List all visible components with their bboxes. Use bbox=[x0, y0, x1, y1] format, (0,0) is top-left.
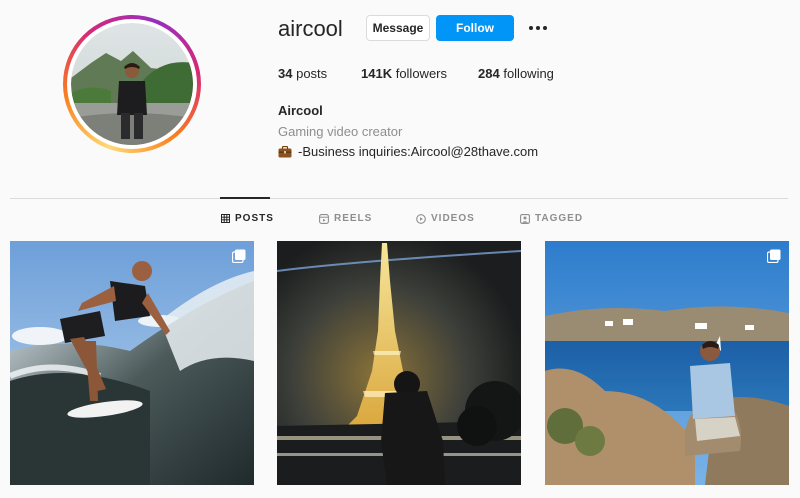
following-count: 284 bbox=[478, 66, 500, 81]
followers-label: followers bbox=[395, 66, 447, 81]
follow-button[interactable]: Follow bbox=[436, 15, 514, 41]
tab-reels-label: REELS bbox=[334, 213, 373, 224]
bio-text: -Business inquiries:Aircool@28thave.com bbox=[298, 144, 539, 159]
followers-count: 141K bbox=[361, 66, 393, 81]
active-tab-indicator bbox=[220, 197, 270, 199]
profile-username: aircool bbox=[278, 16, 343, 41]
posts-label: posts bbox=[296, 66, 328, 81]
tab-videos[interactable]: VIDEOS bbox=[416, 213, 475, 224]
briefcase-icon bbox=[278, 145, 292, 157]
avatar-frame bbox=[67, 19, 197, 149]
post-image-eiffel-tower bbox=[277, 241, 521, 485]
profile-full-name: Aircool bbox=[278, 103, 323, 118]
tagged-icon bbox=[520, 213, 530, 224]
followers-count-stat[interactable]: 141K followers bbox=[361, 66, 447, 81]
tab-tagged-label: TAGGED bbox=[535, 213, 584, 224]
post-image-surfing bbox=[10, 241, 254, 485]
multiple-photos-icon bbox=[767, 249, 781, 263]
grid-icon bbox=[221, 214, 230, 223]
tab-tagged[interactable]: TAGGED bbox=[520, 213, 583, 224]
video-icon bbox=[416, 213, 426, 224]
profile-bio: -Business inquiries:Aircool@28thave.com bbox=[278, 144, 538, 159]
post-seaside[interactable] bbox=[545, 241, 789, 485]
following-count-stat[interactable]: 284 following bbox=[478, 66, 554, 81]
multiple-photos-icon bbox=[232, 249, 246, 263]
avatar bbox=[71, 23, 193, 145]
posts-count: 34 bbox=[278, 66, 293, 81]
tabs-divider bbox=[10, 198, 788, 199]
more-options-icon[interactable] bbox=[526, 17, 550, 39]
tab-posts-label: POSTS bbox=[235, 213, 274, 224]
following-label: following bbox=[503, 66, 554, 81]
post-eiffel-tower[interactable] bbox=[277, 241, 521, 485]
tab-videos-label: VIDEOS bbox=[431, 213, 475, 224]
profile-avatar-ring[interactable] bbox=[63, 15, 201, 153]
message-button[interactable]: Message bbox=[366, 15, 430, 41]
posts-count-stat: 34 posts bbox=[278, 66, 327, 81]
profile-category: Gaming video creator bbox=[278, 124, 403, 139]
post-image-seaside bbox=[545, 241, 789, 485]
tab-reels[interactable]: REELS bbox=[319, 213, 372, 224]
tab-posts[interactable]: POSTS bbox=[221, 213, 274, 224]
post-surfing[interactable] bbox=[10, 241, 254, 485]
reels-icon bbox=[319, 213, 329, 224]
